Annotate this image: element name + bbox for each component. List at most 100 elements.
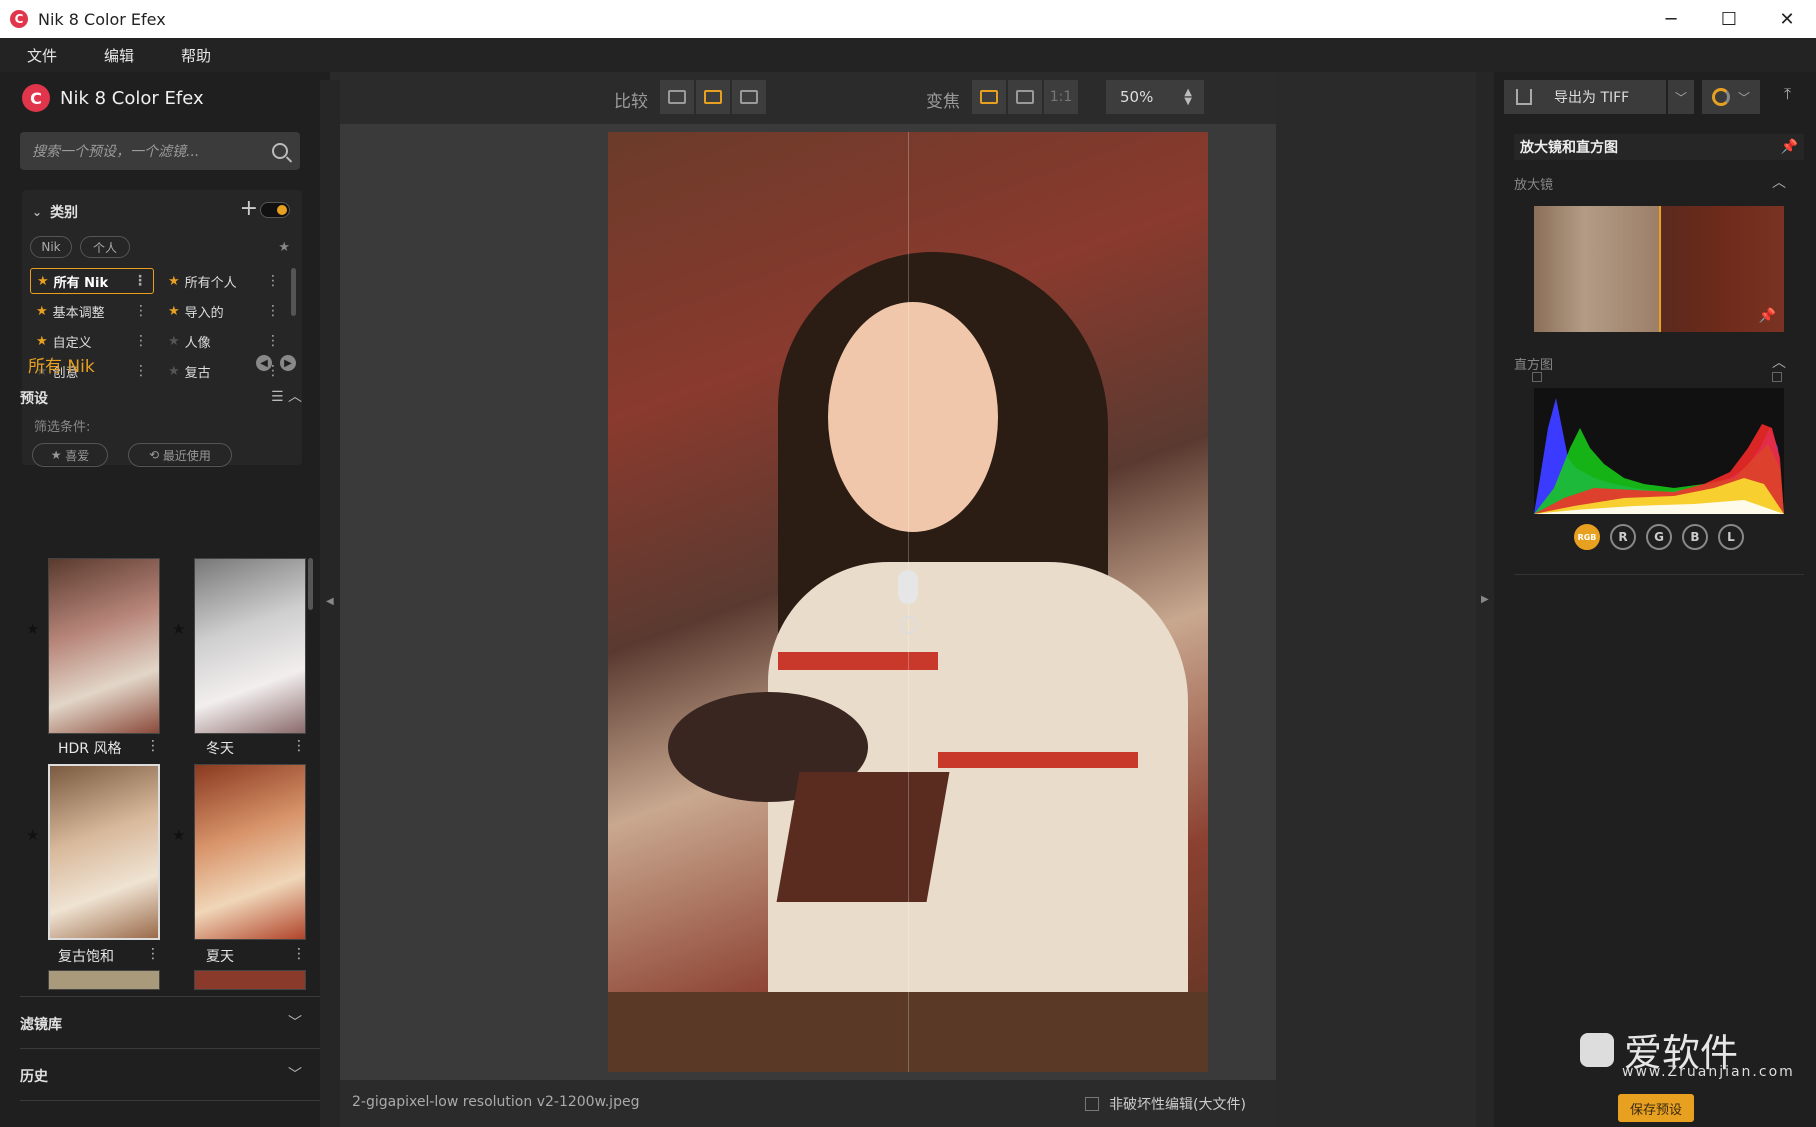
more-icon[interactable]: ⋮ [266, 273, 280, 289]
loupe-view[interactable]: 📌 [1534, 206, 1784, 332]
more-icon[interactable]: ⋮ [134, 363, 148, 379]
star-icon[interactable]: ★ [172, 826, 185, 844]
zoom-select[interactable]: 50% ▲ ▼ [1106, 80, 1204, 114]
more-icon[interactable]: ⋮ [292, 738, 306, 754]
chevron-up-icon[interactable]: ︿ [1772, 352, 1786, 372]
export-dropdown[interactable]: ﹀ [1668, 80, 1694, 114]
chevron-up-icon[interactable]: ︿ [1772, 172, 1786, 192]
chip-personal[interactable]: 个人 [80, 236, 130, 258]
split-handle[interactable] [898, 570, 918, 604]
next-arrow-icon[interactable]: ▶ [280, 355, 296, 371]
nondestructive-option[interactable]: 非破坏性编辑(大文件) [1085, 1094, 1246, 1114]
preset-thumb-summer[interactable] [194, 764, 306, 940]
star-icon[interactable]: ★ [26, 620, 39, 638]
prev-arrow-icon[interactable]: ◀ [256, 355, 272, 371]
category-label: 所有 Nik [53, 275, 109, 291]
compare-stack-icon [740, 90, 758, 104]
highlight-clip-toggle[interactable] [1772, 372, 1782, 382]
nondestructive-checkbox[interactable] [1085, 1097, 1100, 1111]
more-icon[interactable]: ⋮ [133, 273, 147, 289]
left-panel: C Nik 8 Color Efex 搜索一个预设，一个滤镜... ⌄ 类别 +… [0, 72, 330, 1127]
compare-side-button[interactable] [660, 80, 694, 114]
collapse-top-icon[interactable]: ⤒ [1784, 84, 1791, 104]
histogram-graph [1534, 398, 1784, 514]
category-basic[interactable]: ★ 基本调整 ⋮ [30, 298, 154, 324]
category-header[interactable]: ⌄ 类别 [32, 202, 78, 222]
channel-g[interactable]: G [1646, 524, 1672, 550]
channel-b[interactable]: B [1682, 524, 1708, 550]
list-icon[interactable]: ☰ [271, 389, 284, 405]
close-button[interactable]: ✕ [1758, 0, 1816, 38]
compare-split-button[interactable] [696, 80, 730, 114]
more-icon[interactable]: ⋮ [146, 946, 160, 962]
watermark-logo-icon [1580, 1032, 1614, 1067]
pin-icon[interactable]: 📌 [1781, 139, 1798, 155]
star-icon: ★ [50, 448, 66, 462]
zoom-1to1-button[interactable]: 1:1 [1044, 80, 1078, 114]
channel-r[interactable]: R [1610, 524, 1636, 550]
more-icon[interactable]: ⋮ [266, 303, 280, 319]
star-icon[interactable]: ★ [26, 826, 39, 844]
fit-icon [980, 90, 998, 104]
menu-edit[interactable]: 编辑 [77, 45, 154, 66]
collapse-left-icon[interactable]: ◀ [326, 596, 334, 607]
add-category-button[interactable]: + [240, 196, 258, 221]
left-collapse-strip[interactable]: ◀ [320, 80, 340, 1127]
histogram [1534, 388, 1784, 514]
compare-stack-button[interactable] [732, 80, 766, 114]
presets-scrollbar[interactable] [308, 558, 313, 610]
channel-l[interactable]: L [1718, 524, 1744, 550]
preset-thumb-partial[interactable] [48, 970, 160, 990]
chevron-down-icon[interactable]: ﹀ [1738, 89, 1750, 106]
shadow-clip-toggle[interactable] [1532, 372, 1542, 382]
category-imported[interactable]: ★ 导入的 ⋮ [162, 298, 286, 324]
search-input[interactable]: 搜索一个预设，一个滤镜... [20, 132, 300, 170]
zoom-fit-button[interactable] [972, 80, 1006, 114]
star-icon[interactable]: ★ [172, 620, 185, 638]
brand: C Nik 8 Color Efex [22, 84, 204, 112]
preview-image[interactable] [608, 132, 1208, 1072]
more-icon[interactable]: ⋮ [266, 333, 280, 349]
category-toggle[interactable] [260, 202, 290, 218]
menu-help[interactable]: 帮助 [154, 45, 231, 66]
channel-rgb[interactable]: RGB [1574, 524, 1600, 550]
filter-favorites[interactable]: ★ 喜爱 [32, 443, 108, 467]
collapse-right-icon[interactable]: ▶ [1481, 594, 1489, 605]
swap-icon[interactable] [900, 616, 918, 634]
zoom-fill-button[interactable] [1008, 80, 1042, 114]
category-all-nik[interactable]: ★ 所有 Nik ⋮ [30, 268, 154, 294]
star-icon: ★ [168, 333, 180, 349]
menu-file[interactable]: 文件 [0, 45, 77, 66]
preset-thumb-hdr[interactable] [48, 558, 160, 734]
more-icon[interactable]: ⋮ [134, 333, 148, 349]
category-portrait[interactable]: ★ 人像 ⋮ [162, 328, 286, 354]
star-filter-icon[interactable]: ★ [278, 240, 290, 255]
save-preset-button[interactable]: 保存预设 [1618, 1094, 1694, 1122]
more-icon[interactable]: ⋮ [134, 303, 148, 319]
maximize-button[interactable]: ☐ [1700, 0, 1758, 38]
category-all-personal[interactable]: ★ 所有个人 ⋮ [162, 268, 286, 294]
preset-thumb-winter[interactable] [194, 558, 306, 734]
pin-icon[interactable]: 📌 [1759, 308, 1776, 324]
chevron-down-icon[interactable]: ﹀ [288, 1064, 302, 1084]
minimize-button[interactable]: ─ [1642, 0, 1700, 38]
brand-logo-icon: C [22, 84, 50, 112]
image-region [938, 752, 1138, 768]
preset-thumb-partial[interactable] [194, 970, 306, 990]
preview-toggle-button[interactable]: ﹀ [1702, 80, 1760, 114]
more-icon[interactable]: ⋮ [292, 946, 306, 962]
filters-section-title[interactable]: 滤镜库 [20, 1014, 62, 1034]
export-button[interactable]: 导出为 TIFF [1504, 80, 1666, 114]
history-section-title[interactable]: 历史 [20, 1066, 48, 1086]
chevron-up-icon[interactable]: ︿ [288, 389, 302, 405]
category-scrollbar[interactable] [291, 268, 296, 316]
filter-recent[interactable]: ⟲ 最近使用 [128, 443, 232, 467]
more-icon[interactable]: ⋮ [146, 738, 160, 754]
category-custom[interactable]: ★ 自定义 ⋮ [30, 328, 154, 354]
search-icon[interactable] [272, 143, 288, 159]
chip-nik[interactable]: Nik [30, 236, 72, 258]
right-collapse-strip[interactable]: ▶ [1476, 72, 1494, 1127]
search-placeholder: 搜索一个预设，一个滤镜... [32, 144, 200, 160]
preset-thumb-retro-saturation[interactable] [48, 764, 160, 940]
chevron-down-icon[interactable]: ﹀ [288, 1012, 302, 1032]
